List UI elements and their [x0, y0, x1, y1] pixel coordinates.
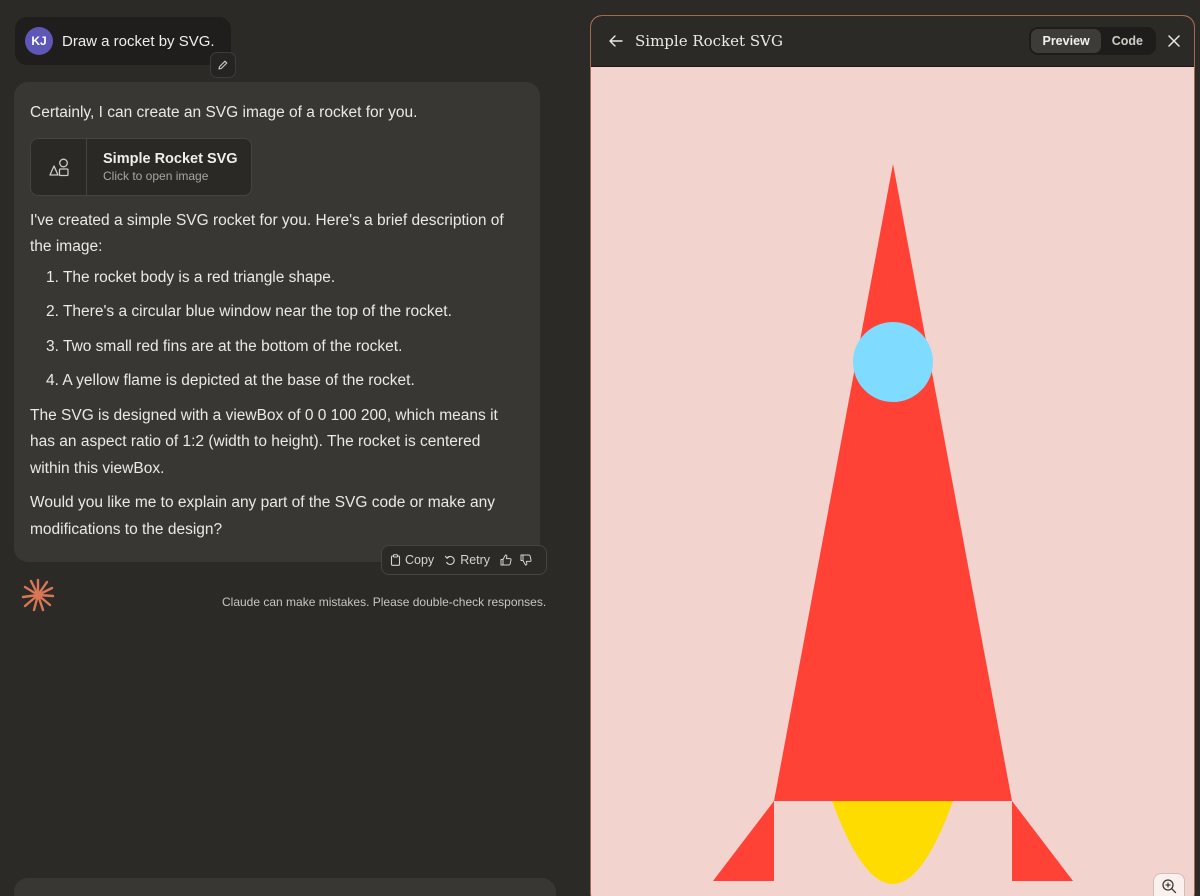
- user-avatar: KJ: [25, 27, 53, 55]
- panel-header: Simple Rocket SVG Preview Code: [591, 16, 1194, 67]
- user-message: KJ Draw a rocket by SVG.: [15, 17, 231, 65]
- close-icon: [1168, 35, 1180, 47]
- list-item: 2. There's a circular blue window near t…: [46, 303, 452, 320]
- arrow-left-icon: [609, 35, 623, 47]
- artifact-card[interactable]: Simple Rocket SVG Click to open image: [30, 137, 252, 196]
- disclaimer: Claude can make mistakes. Please double-…: [222, 595, 547, 609]
- copy-label: Copy: [405, 553, 435, 567]
- conversation-pane: KJ Draw a rocket by SVG. Certainly, I ca…: [0, 0, 580, 896]
- app-root: KJ Draw a rocket by SVG. Certainly, I ca…: [0, 0, 1200, 896]
- viewbox-paragraph: The SVG is designed with a viewBox of 0 …: [30, 406, 498, 477]
- artifact-panel: Simple Rocket SVG Preview Code: [590, 15, 1195, 896]
- edit-message-button[interactable]: [210, 52, 236, 78]
- list-item: 4. A yellow flame is depicted at the bas…: [46, 372, 415, 389]
- list-item: 1. The rocket body is a red triangle sha…: [46, 268, 336, 286]
- retry-icon: [444, 555, 455, 565]
- zoom-in-icon: [1162, 878, 1177, 893]
- thumbs-down-icon: [520, 554, 532, 566]
- description-list: 1. The rocket body is a red triangle sha…: [30, 265, 524, 395]
- rocket-image: [591, 67, 1194, 896]
- thumbs-up-icon: [500, 554, 512, 566]
- description-lead: I've created a simple SVG rocket for you…: [30, 211, 504, 256]
- claude-logo-icon: [21, 578, 55, 612]
- preview-canvas: [591, 67, 1194, 896]
- claude-logo: [21, 578, 55, 617]
- clipboard-icon: [390, 554, 401, 566]
- back-button[interactable]: [609, 35, 623, 47]
- close-button[interactable]: [1168, 35, 1180, 47]
- tab-code[interactable]: Code: [1101, 29, 1154, 53]
- artifact-subtitle: Click to open image: [103, 168, 209, 183]
- retry-label: Retry: [460, 553, 491, 567]
- list-item: 3. Two small red fins are at the bottom …: [46, 337, 403, 355]
- closing-question: Would you like me to explain any part of…: [30, 494, 495, 538]
- tab-preview[interactable]: Preview: [1031, 29, 1101, 53]
- artifact-title: Simple Rocket SVG: [103, 150, 238, 167]
- thumbs-down-button[interactable]: [520, 554, 532, 566]
- retry-button[interactable]: Retry: [444, 553, 490, 567]
- artifact-icon-wrap: [31, 138, 87, 195]
- zoom-in-button[interactable]: [1161, 878, 1177, 896]
- panel-title: Simple Rocket SVG: [635, 32, 783, 50]
- view-toggle: Preview Code: [1029, 27, 1156, 55]
- thumbs-up-button[interactable]: [500, 554, 512, 566]
- user-message-text: Draw a rocket by SVG.: [62, 32, 215, 50]
- zoom-controls: [1153, 873, 1185, 896]
- message-input-box[interactable]: [14, 878, 556, 896]
- assistant-message: Certainly, I can create an SVG image of …: [14, 82, 540, 562]
- message-actions: Copy Retry: [381, 545, 547, 575]
- artifact-meta: Simple Rocket SVG Click to open image: [87, 139, 238, 195]
- rocket-window: [853, 322, 933, 402]
- pencil-icon: [218, 60, 228, 70]
- assistant-intro: Certainly, I can create an SVG image of …: [30, 104, 418, 121]
- copy-button[interactable]: Copy: [390, 553, 434, 567]
- shapes-icon: [48, 158, 69, 176]
